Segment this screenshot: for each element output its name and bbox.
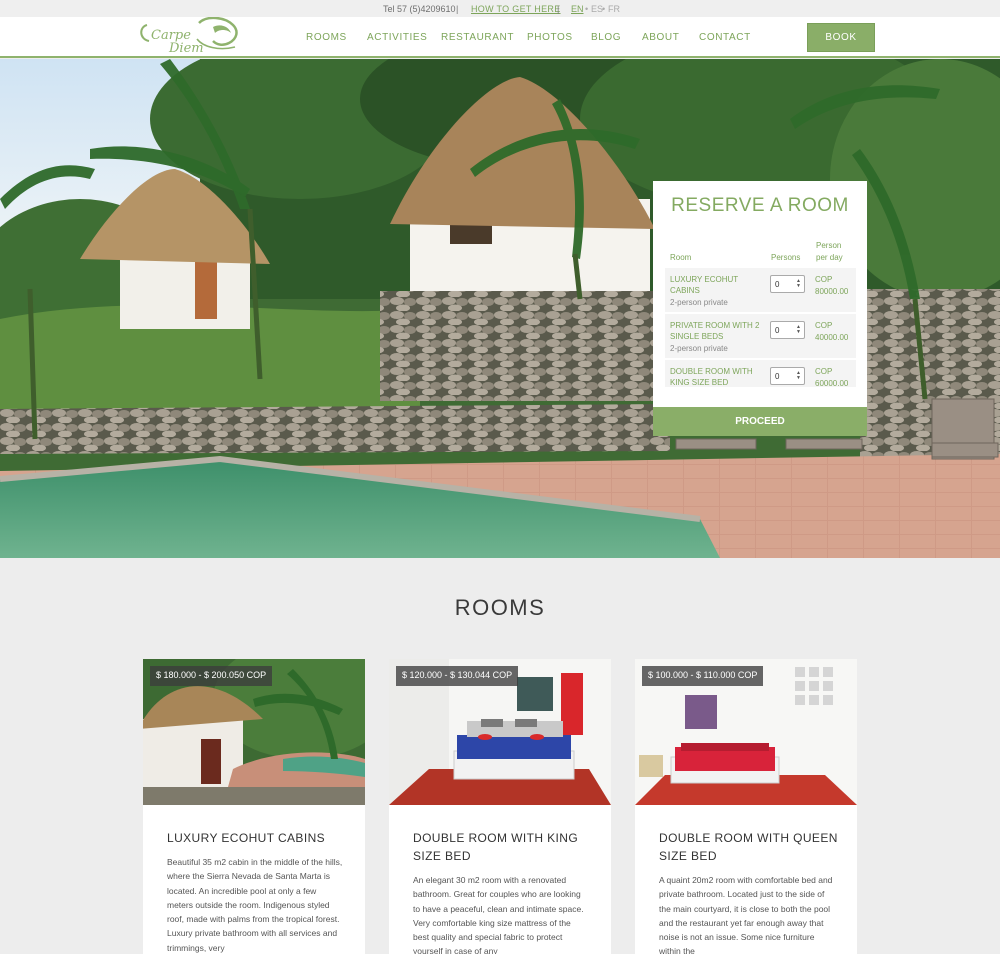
stepper-arrows-icon[interactable]: ▲ ▼	[796, 371, 801, 381]
language-en-link[interactable]: EN	[571, 4, 584, 14]
nav-photos[interactable]: PHOTOS	[527, 32, 573, 43]
persons-stepper[interactable]: 0 ▲ ▼	[770, 367, 805, 385]
persons-stepper[interactable]: 0 ▲ ▼	[770, 275, 805, 293]
room-name: PRIVATE ROOM WITH 2 SINGLE BEDS	[670, 321, 760, 341]
room-price: COP 80000.00	[815, 274, 848, 298]
price-badge: $ 100.000 - $ 110.000 COP	[642, 666, 764, 686]
room-name: DOUBLE ROOM WITH KING SIZE BED	[670, 367, 753, 387]
rooms-section-title: ROOMS	[454, 595, 546, 620]
nav-restaurant[interactable]: RESTAURANT	[441, 32, 514, 43]
price-currency: COP	[815, 367, 833, 376]
room-price: COP 40000.00	[815, 320, 848, 344]
room-card-description: Beautiful 35 m2 cabin in the middle of t…	[167, 857, 343, 953]
room-occupancy: 2-person private	[670, 298, 728, 307]
persons-value: 0	[775, 280, 780, 289]
persons-value: 0	[775, 326, 780, 335]
nav-blog[interactable]: BLOG	[591, 32, 621, 43]
persons-stepper[interactable]: 0 ▲ ▼	[770, 321, 805, 339]
book-button[interactable]: BOOK	[807, 23, 875, 52]
room-card-title[interactable]: DOUBLE ROOM WITH QUEEN SIZE BED	[659, 829, 839, 865]
nav-rooms[interactable]: ROOMS	[306, 32, 347, 43]
proceed-button[interactable]: PROCEED	[653, 407, 867, 436]
logo-graphic: Carpe Diem	[140, 16, 238, 56]
separator: |	[557, 4, 560, 14]
language-dot: •	[602, 4, 606, 14]
price-value: 80000.00	[815, 287, 849, 296]
reserve-room-panel: RESERVE A ROOM Room Persons Person per d…	[653, 181, 867, 436]
room-price: COP 60000.00	[815, 366, 848, 387]
language-fr-link[interactable]: FR	[608, 4, 620, 14]
separator: |	[456, 4, 459, 14]
how-to-get-here-link[interactable]: HOW TO GET HERE	[471, 4, 561, 14]
stepper-arrows-icon[interactable]: ▲ ▼	[796, 279, 801, 289]
room-card-description: An elegant 30 m2 room with a renovated b…	[413, 875, 584, 954]
room-card-double-queen[interactable]: $ 100.000 - $ 110.000 COP DOUBLE ROOM WI…	[635, 659, 857, 954]
column-price-header-line1: Person	[816, 241, 842, 250]
reserve-row-double-king: DOUBLE ROOM WITH KING SIZE BED 0 ▲ ▼ COP …	[665, 359, 856, 387]
site-header: Carpe Diem ROOMS ACTIVITIES RESTAURANT P…	[0, 16, 1000, 58]
room-photo[interactable]: $ 180.000 - $ 200.050 COP	[143, 659, 365, 805]
nav-about[interactable]: ABOUT	[642, 32, 679, 43]
price-currency: COP	[815, 321, 833, 330]
room-photo[interactable]: $ 120.000 - $ 130.044 COP	[389, 659, 611, 805]
room-card-ecohut[interactable]: $ 180.000 - $ 200.050 COP LUXURY ECOHUT …	[143, 659, 365, 954]
nav-activities[interactable]: ACTIVITIES	[367, 32, 427, 43]
reserve-row-ecohut: LUXURY ECOHUT CABINS 2-person private 0 …	[665, 267, 856, 312]
column-room-header: Room	[670, 253, 692, 262]
room-occupancy: 2-person private	[670, 344, 728, 353]
room-photo[interactable]: $ 100.000 - $ 110.000 COP	[635, 659, 857, 805]
persons-value: 0	[775, 372, 780, 381]
price-currency: COP	[815, 275, 833, 284]
room-card-description: A quaint 20m2 room with comfortable bed …	[659, 875, 833, 954]
reserve-row-private-room: PRIVATE ROOM WITH 2 SINGLE BEDS 2-person…	[665, 313, 856, 358]
nav-contact[interactable]: CONTACT	[699, 32, 751, 43]
room-name: LUXURY ECOHUT CABINS	[670, 275, 739, 295]
reserve-title: RESERVE A ROOM	[671, 195, 849, 216]
language-dot: •	[585, 4, 589, 14]
price-badge: $ 180.000 - $ 200.050 COP	[150, 666, 273, 686]
room-card-title[interactable]: DOUBLE ROOM WITH KING SIZE BED	[413, 829, 593, 865]
room-card-title[interactable]: LUXURY ECOHUT CABINS	[167, 829, 347, 847]
column-persons-header: Persons	[771, 253, 801, 262]
top-info-bar: Tel 57 (5)4209610 | HOW TO GET HERE | EN…	[0, 0, 1000, 17]
stepper-arrows-icon[interactable]: ▲ ▼	[796, 325, 801, 335]
price-badge: $ 120.000 - $ 130.044 COP	[396, 666, 519, 686]
phone-number[interactable]: Tel 57 (5)4209610	[383, 4, 456, 14]
price-value: 60000.00	[815, 379, 849, 387]
carpe-diem-logo[interactable]: Carpe Diem	[137, 16, 242, 57]
room-card-double-king[interactable]: $ 120.000 - $ 130.044 COP DOUBLE ROOM WI…	[389, 659, 611, 954]
price-value: 40000.00	[815, 333, 849, 342]
logo-text-diem: Diem	[168, 41, 204, 56]
column-price-header-line2: per day	[816, 253, 843, 262]
